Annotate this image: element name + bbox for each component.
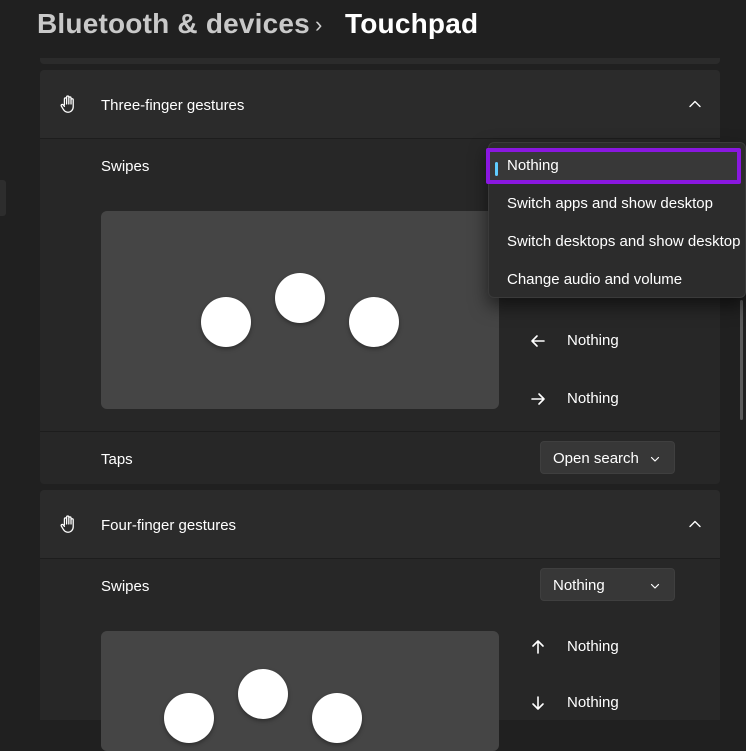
dropdown-option[interactable]: Switch apps and show desktop (507, 195, 713, 212)
dropdown-option[interactable]: Nothing (507, 157, 559, 174)
chevron-down-icon (650, 456, 660, 462)
selection-accent-bar (495, 162, 498, 176)
previous-card-edge (40, 58, 720, 64)
swipe-left-value: Nothing (567, 332, 619, 349)
finger-dot (201, 297, 251, 347)
dropdown-option[interactable]: Switch desktops and show desktop (507, 233, 740, 250)
breadcrumb-parent[interactable]: Bluetooth & devices (37, 8, 310, 40)
arrow-down-icon (532, 696, 544, 710)
four-finger-swipes-value: Nothing (553, 577, 605, 594)
dropdown-option[interactable]: Change audio and volume (507, 271, 682, 288)
four-finger-header[interactable]: Four-finger gestures (40, 490, 720, 558)
chevron-down-icon (650, 583, 660, 589)
three-finger-taps-row: Taps Open search (40, 432, 720, 484)
arrow-right-icon (531, 393, 545, 405)
swipe-down-value: Nothing (567, 694, 619, 711)
arrow-up-icon (532, 640, 544, 654)
swipe-right-value: Nothing (567, 390, 619, 407)
three-finger-preview (101, 211, 499, 409)
four-finger-title: Four-finger gestures (101, 517, 237, 534)
three-finger-swipes-label: Swipes (101, 158, 150, 175)
page-title: Touchpad (345, 8, 479, 39)
taps-dropdown-value: Open search (553, 450, 639, 467)
hand-icon (60, 95, 74, 113)
scrollbar[interactable] (740, 300, 743, 420)
chevron-up-icon[interactable] (688, 97, 702, 111)
finger-dot (275, 273, 325, 323)
nav-pane-edge (0, 180, 6, 216)
swipes-dropdown-menu: Nothing Switch apps and show desktop Swi… (486, 142, 746, 298)
four-finger-swipes-label: Swipes (101, 578, 150, 595)
taps-dropdown[interactable]: Open search (540, 441, 675, 474)
three-finger-title: Three-finger gestures (101, 97, 245, 114)
finger-dot (164, 693, 214, 743)
four-finger-preview (101, 631, 499, 751)
chevron-up-icon[interactable] (688, 517, 702, 531)
arrow-left-icon (531, 335, 545, 347)
finger-dot (349, 297, 399, 347)
breadcrumb-separator: › (315, 12, 323, 37)
four-finger-swipes-dropdown[interactable]: Nothing (540, 568, 675, 601)
swipe-up-value: Nothing (567, 638, 619, 655)
finger-dot (238, 669, 288, 719)
three-finger-taps-label: Taps (101, 451, 133, 468)
four-finger-swipes-panel: Swipes Nothing Nothing Nothing (40, 559, 720, 751)
finger-dot (312, 693, 362, 743)
three-finger-header[interactable]: Three-finger gestures (40, 70, 720, 138)
hand-icon (60, 515, 74, 533)
